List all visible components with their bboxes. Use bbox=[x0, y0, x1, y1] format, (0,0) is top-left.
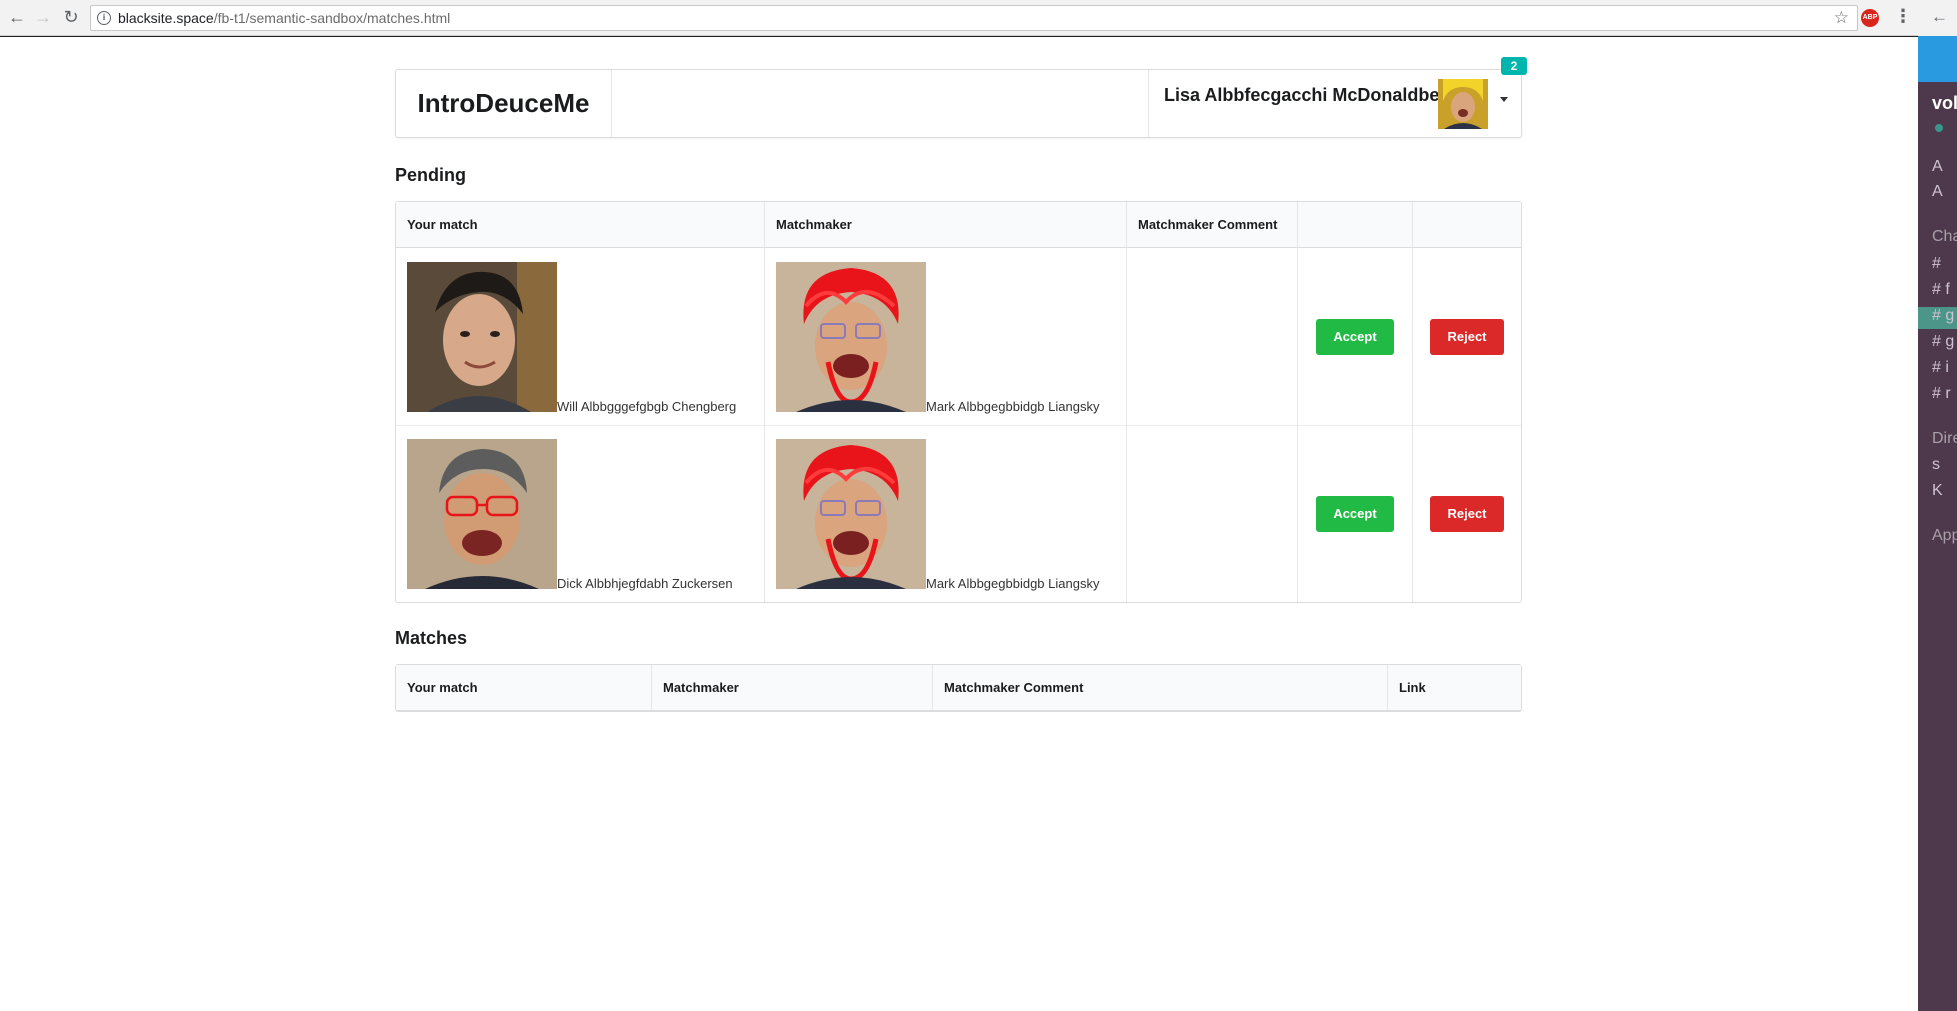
side-channel[interactable]: # g bbox=[1932, 307, 1954, 325]
accept-cell: Accept bbox=[1297, 248, 1412, 425]
col-your-match: Your match bbox=[396, 665, 651, 711]
matchmaker-photo bbox=[776, 439, 926, 589]
col-matchmaker-comment: Matchmaker Comment bbox=[1126, 202, 1297, 248]
accept-button[interactable]: Accept bbox=[1316, 496, 1394, 532]
col-accept bbox=[1297, 202, 1412, 248]
matchmaker-comment-cell bbox=[1126, 248, 1297, 425]
reject-cell: Reject bbox=[1412, 248, 1521, 425]
bookmark-star-icon[interactable]: ☆ bbox=[1834, 8, 1849, 28]
browser-toolbar: ← → ↻ i blacksite.space/fb-t1/semantic-s… bbox=[0, 0, 1918, 36]
page-content: IntroDeuceMe Lisa Albbfecgacchi McDonald… bbox=[0, 37, 1918, 1011]
side-dm[interactable]: K bbox=[1932, 482, 1943, 500]
app-header: IntroDeuceMe Lisa Albbfecgacchi McDonald… bbox=[395, 69, 1522, 138]
user-menu[interactable]: Lisa Albbfecgacchi McDonaldberg bbox=[1148, 70, 1521, 137]
reject-button[interactable]: Reject bbox=[1430, 496, 1504, 532]
col-your-match: Your match bbox=[396, 202, 764, 248]
table-header-row: Your match Matchmaker Matchmaker Comment bbox=[396, 202, 1521, 248]
side-workspace[interactable]: vol bbox=[1932, 93, 1957, 114]
match-photo bbox=[407, 261, 557, 412]
table-row: Will Albbgggefgbgb Chengberg Mark Albbge… bbox=[396, 248, 1521, 425]
side-channel[interactable]: # g bbox=[1932, 333, 1954, 351]
side-header-bar bbox=[1918, 36, 1957, 82]
matchmaker-cell: Mark Albbgegbbidgb Liangsky bbox=[764, 248, 1126, 425]
side-section: Dire bbox=[1932, 430, 1957, 447]
col-matchmaker: Matchmaker bbox=[651, 665, 932, 711]
side-channel[interactable]: # f bbox=[1932, 281, 1950, 299]
address-bar[interactable]: i blacksite.space/fb-t1/semantic-sandbox… bbox=[90, 5, 1858, 31]
dropdown-caret-icon[interactable] bbox=[1500, 97, 1508, 102]
accept-cell: Accept bbox=[1297, 425, 1412, 602]
back-icon[interactable]: ← bbox=[1931, 7, 1948, 27]
side-channel[interactable]: # bbox=[1932, 255, 1941, 273]
reject-button[interactable]: Reject bbox=[1430, 318, 1504, 355]
info-icon[interactable]: i bbox=[97, 11, 111, 25]
url-path: /fb-t1/semantic-sandbox/matches.html bbox=[213, 10, 451, 26]
table-row: Dick Albbhjegfdabh Zuckersen Mark Albbge… bbox=[396, 425, 1521, 602]
url-host: blacksite.space bbox=[118, 10, 214, 26]
forward-icon[interactable]: → bbox=[32, 6, 54, 28]
user-name: Lisa Albbfecgacchi McDonaldberg bbox=[1164, 85, 1458, 105]
table-header-row: Your match Matchmaker Matchmaker Comment… bbox=[396, 665, 1521, 711]
browser-menu-icon[interactable]: ⋮ bbox=[1894, 6, 1912, 27]
notification-badge[interactable]: 2 bbox=[1501, 57, 1527, 75]
match-name[interactable]: Will Albbgggefgbgb Chengberg bbox=[557, 399, 736, 414]
col-reject bbox=[1412, 202, 1521, 248]
url-text[interactable]: blacksite.space/fb-t1/semantic-sandbox/m… bbox=[118, 10, 450, 26]
presence-dot-icon bbox=[1935, 124, 1943, 132]
pending-table: Your match Matchmaker Matchmaker Comment bbox=[395, 201, 1522, 603]
side-section: Cha bbox=[1932, 228, 1957, 245]
side-panel: ← vol A A Cha # # f # g # g # i # r Dire… bbox=[1918, 0, 1957, 1011]
accept-button[interactable]: Accept bbox=[1316, 318, 1394, 355]
side-toolbar: ← bbox=[1918, 0, 1957, 36]
matches-title: Matches bbox=[395, 628, 468, 648]
col-matchmaker: Matchmaker bbox=[764, 202, 1126, 248]
matchmaker-name[interactable]: Mark Albbgegbbidgb Liangsky bbox=[926, 576, 1099, 591]
brand-logo[interactable]: IntroDeuceMe bbox=[396, 70, 612, 137]
match-name[interactable]: Dick Albbhjegfdabh Zuckersen bbox=[557, 576, 733, 591]
matchmaker-comment-cell bbox=[1126, 425, 1297, 602]
adblock-icon[interactable]: ABP bbox=[1861, 9, 1879, 27]
back-icon[interactable]: ← bbox=[6, 6, 28, 28]
col-link: Link bbox=[1387, 665, 1521, 711]
matches-table: Your match Matchmaker Matchmaker Comment… bbox=[395, 664, 1522, 712]
side-section: App bbox=[1932, 527, 1957, 544]
pending-title: Pending bbox=[395, 165, 466, 185]
col-matchmaker-comment: Matchmaker Comment bbox=[932, 665, 1387, 711]
your-match-cell: Will Albbgggefgbgb Chengberg bbox=[396, 248, 764, 425]
matchmaker-photo bbox=[776, 261, 926, 412]
side-channel[interactable]: # i bbox=[1932, 359, 1949, 377]
match-photo bbox=[407, 439, 557, 589]
side-dm[interactable]: s bbox=[1932, 456, 1940, 474]
side-channel[interactable]: # r bbox=[1932, 385, 1951, 403]
user-avatar bbox=[1438, 79, 1488, 129]
matchmaker-name[interactable]: Mark Albbgegbbidgb Liangsky bbox=[926, 399, 1099, 414]
side-item[interactable]: A bbox=[1932, 183, 1943, 201]
reload-icon[interactable]: ↻ bbox=[60, 6, 82, 28]
side-item[interactable]: A bbox=[1932, 158, 1943, 176]
reject-cell: Reject bbox=[1412, 425, 1521, 602]
your-match-cell: Dick Albbhjegfdabh Zuckersen bbox=[396, 425, 764, 602]
matchmaker-cell: Mark Albbgegbbidgb Liangsky bbox=[764, 425, 1126, 602]
